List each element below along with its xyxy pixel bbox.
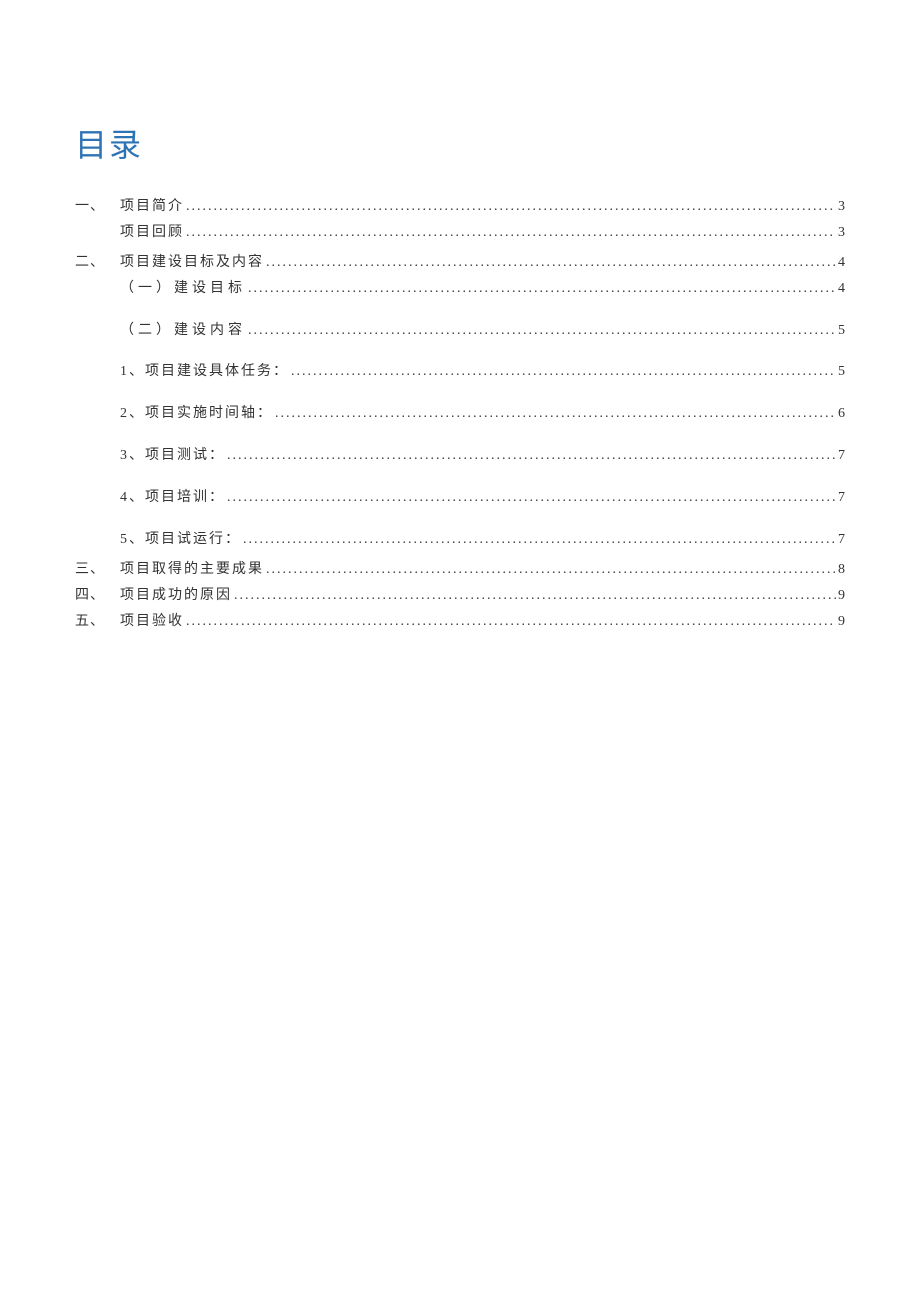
toc-entry-text: 项目建设目标及内容	[120, 250, 264, 276]
toc-marker: 三、	[75, 557, 120, 583]
toc-marker: 四、	[75, 583, 120, 609]
toc-leader-dots	[186, 609, 836, 635]
toc-entry[interactable]: 2、项目实施时间轴： 6	[75, 401, 845, 427]
toc-marker: 五、	[75, 609, 120, 635]
toc-entry[interactable]: 项目回顾 3	[75, 220, 845, 246]
toc-marker: 二、	[75, 250, 120, 276]
toc-page-number: 8	[838, 557, 845, 583]
toc-entry-text: 项目取得的主要成果	[120, 557, 264, 583]
toc-leader-dots	[266, 557, 836, 583]
toc-entry[interactable]: 二、项目建设目标及内容 4	[75, 250, 845, 276]
toc-page-number: 3	[838, 194, 845, 220]
toc-leader-dots	[291, 359, 836, 385]
toc-page-number: 6	[838, 401, 845, 427]
toc-entry-text: 项目回顾	[120, 220, 184, 246]
toc-leader-dots	[266, 250, 836, 276]
toc-leader-dots	[248, 276, 836, 302]
toc-page-number: 3	[838, 220, 845, 246]
toc-title: 目录	[75, 120, 845, 166]
toc-entry-text: 1、项目建设具体任务：	[120, 359, 289, 385]
toc-entry-text: （二）建设内容	[120, 318, 246, 344]
toc-entry[interactable]: （一）建设目标 4	[75, 276, 845, 302]
toc-page-number: 5	[838, 318, 845, 344]
toc-leader-dots	[275, 401, 836, 427]
toc-page-number: 4	[838, 276, 845, 302]
toc-entry-text: 项目成功的原因	[120, 583, 232, 609]
toc-entry-text: 项目验收	[120, 609, 184, 635]
toc-entry-text: 2、项目实施时间轴：	[120, 401, 273, 427]
toc-entry-text: 4、项目培训：	[120, 485, 225, 511]
toc-entry-text: 项目简介	[120, 194, 184, 220]
toc-entry[interactable]: 一、项目简介 3	[75, 194, 845, 220]
toc-leader-dots	[186, 220, 836, 246]
toc-leader-dots	[186, 194, 836, 220]
toc-leader-dots	[243, 527, 836, 553]
toc-leader-dots	[227, 485, 836, 511]
toc-entry[interactable]: 五、项目验收 9	[75, 609, 845, 635]
toc-entry-text: （一）建设目标	[120, 276, 246, 302]
toc-entry[interactable]: 5、项目试运行： 7	[75, 527, 845, 553]
toc-page-number: 5	[838, 359, 845, 385]
toc-page-number: 9	[838, 583, 845, 609]
toc-page-number: 7	[838, 443, 845, 469]
toc-entry-text: 3、项目测试：	[120, 443, 225, 469]
toc-entry[interactable]: 3、项目测试： 7	[75, 443, 845, 469]
toc-entry[interactable]: 三、项目取得的主要成果 8	[75, 557, 845, 583]
toc-entry[interactable]: 1、项目建设具体任务： 5	[75, 359, 845, 385]
toc-page-number: 4	[838, 250, 845, 276]
toc-entry-text: 5、项目试运行：	[120, 527, 241, 553]
toc-page-number: 9	[838, 609, 845, 635]
toc-container: 一、项目简介 3 项目回顾 3 二、项目建设目标及内容 4 （一）建设目标 4 （二）建设内容 5…	[75, 194, 845, 635]
toc-leader-dots	[248, 318, 836, 344]
toc-leader-dots	[227, 443, 836, 469]
toc-page-number: 7	[838, 527, 845, 553]
toc-marker: 一、	[75, 194, 120, 220]
toc-entry[interactable]: 4、项目培训： 7	[75, 485, 845, 511]
toc-leader-dots	[234, 583, 836, 609]
toc-entry[interactable]: （二）建设内容 5	[75, 318, 845, 344]
toc-entry[interactable]: 四、项目成功的原因 9	[75, 583, 845, 609]
toc-page-number: 7	[838, 485, 845, 511]
